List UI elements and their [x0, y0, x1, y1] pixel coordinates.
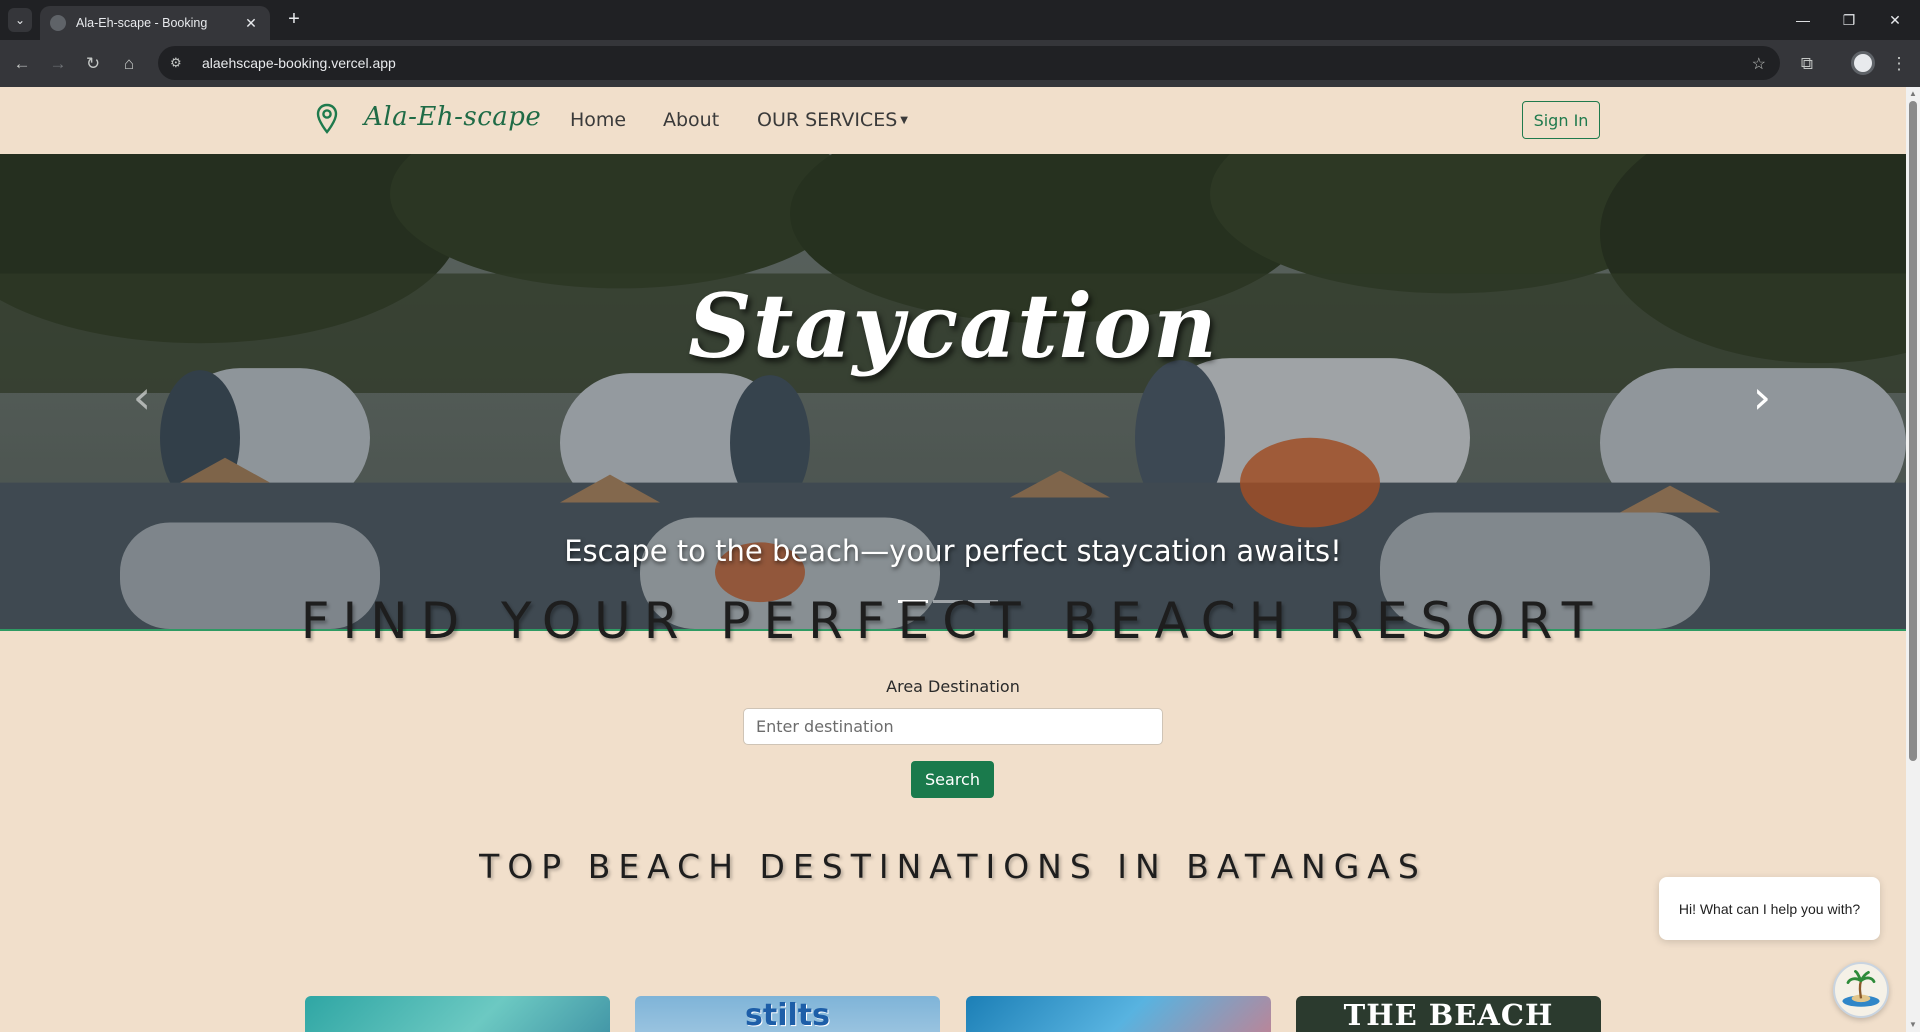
- restore-icon[interactable]: ❐: [1826, 6, 1872, 34]
- hero-title: Staycation: [688, 274, 1218, 378]
- top-destinations-heading: TOP BEACH DESTINATIONS IN BATANGAS: [479, 847, 1427, 886]
- sign-in-button[interactable]: Sign In: [1522, 101, 1600, 139]
- tab-close-icon[interactable]: ✕: [242, 15, 260, 32]
- hero-subtitle: Escape to the beach—your perfect staycat…: [564, 534, 1342, 568]
- home-icon[interactable]: ⌂: [115, 50, 143, 78]
- destination-card[interactable]: [305, 996, 610, 1032]
- hero-carousel: Staycation Escape to the beach—your perf…: [0, 154, 1906, 631]
- destination-card[interactable]: [966, 996, 1271, 1032]
- tab-title: Ala-Eh-scape - Booking: [76, 16, 208, 30]
- destination-card-title: THE BEACH CAMP: [1343, 998, 1554, 1032]
- scroll-down-icon[interactable]: ▼: [1908, 1020, 1918, 1029]
- chat-greeting-bubble[interactable]: Hi! What can I help you with?: [1659, 877, 1880, 940]
- extensions-icon[interactable]: ⧉: [1793, 50, 1821, 78]
- browser-toolbar: ← → ↻ ⌂ ⚙ alaehscape-booking.vercel.app …: [0, 40, 1920, 87]
- nav-services-dropdown[interactable]: OUR SERVICES ▼: [757, 109, 908, 131]
- destination-card-title: stilts: [745, 998, 830, 1032]
- forward-icon[interactable]: →: [44, 50, 72, 78]
- nav-home-link[interactable]: Home: [570, 109, 626, 131]
- site-navbar: Ala-Eh-scape Home About OUR SERVICES ▼ Si…: [0, 87, 1906, 154]
- reload-icon[interactable]: ↻: [79, 50, 107, 78]
- scroll-up-icon[interactable]: ▲: [1908, 89, 1918, 98]
- site-info-icon[interactable]: ⚙: [170, 55, 192, 71]
- close-window-icon[interactable]: ✕: [1872, 6, 1918, 34]
- destination-input[interactable]: [743, 708, 1163, 745]
- new-tab-icon[interactable]: +: [282, 8, 306, 32]
- browser-menu-icon[interactable]: ⋮: [1885, 50, 1913, 78]
- bookmark-star-icon[interactable]: ☆: [1752, 54, 1766, 74]
- browser-tab[interactable]: Ala-Eh-scape - Booking ✕: [40, 6, 270, 40]
- chat-launcher-button[interactable]: [1833, 962, 1889, 1018]
- find-resort-heading: FIND YOUR PERFECT BEACH RESORT: [300, 592, 1606, 650]
- location-pin-icon: [316, 103, 338, 134]
- minimize-icon[interactable]: —: [1780, 6, 1826, 34]
- page-scrollbar[interactable]: ▲ ▼: [1906, 87, 1920, 1032]
- tab-favicon-icon: [50, 15, 66, 31]
- caret-down-icon: ▼: [900, 115, 908, 126]
- profile-avatar[interactable]: [1851, 51, 1875, 75]
- brand-logo-text[interactable]: Ala-Eh-scape: [364, 102, 541, 132]
- carousel-next-icon[interactable]: ›: [1742, 374, 1782, 424]
- scrollbar-thumb[interactable]: [1909, 101, 1917, 761]
- destination-card[interactable]: THE BEACH CAMP: [1296, 996, 1601, 1032]
- nav-services-label: OUR SERVICES: [757, 109, 898, 131]
- area-destination-label: Area Destination: [886, 677, 1020, 696]
- tab-search-icon[interactable]: ⌄: [8, 8, 32, 32]
- address-bar[interactable]: ⚙ alaehscape-booking.vercel.app ☆: [158, 46, 1780, 80]
- nav-about-link[interactable]: About: [663, 109, 719, 131]
- destination-card[interactable]: stilts: [635, 996, 940, 1032]
- search-button[interactable]: Search: [911, 761, 994, 798]
- back-icon[interactable]: ←: [8, 50, 36, 78]
- page-viewport: Ala-Eh-scape Home About OUR SERVICES ▼ Si…: [0, 87, 1906, 1032]
- browser-tab-bar: ⌄ Ala-Eh-scape - Booking ✕ + — ❐ ✕: [0, 0, 1920, 40]
- address-url: alaehscape-booking.vercel.app: [202, 55, 396, 71]
- palm-island-icon: [1842, 970, 1880, 1007]
- carousel-prev-icon[interactable]: ‹: [122, 374, 162, 424]
